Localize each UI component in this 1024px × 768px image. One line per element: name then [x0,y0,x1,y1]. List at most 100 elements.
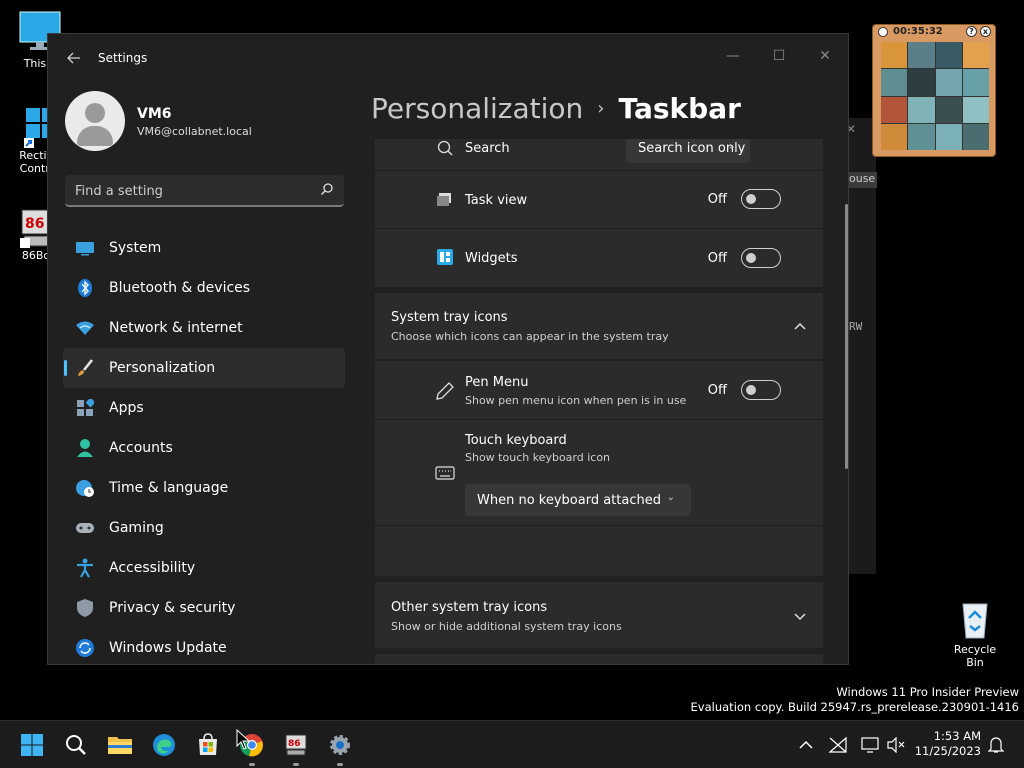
pen-menu-toggle[interactable] [741,380,781,400]
chevron-down-icon[interactable] [793,609,807,623]
sidebar-item-label: Personalization [109,360,216,376]
section-title: System tray icons [391,310,508,325]
puzzle-tile[interactable] [881,42,908,69]
puzzle-tile[interactable] [962,123,989,150]
breadcrumb-separator: › [597,98,605,119]
evaluation-watermark: Windows 11 Pro Insider Preview Evaluatio… [691,685,1019,715]
sidebar-item-windows-update[interactable]: Windows Update [63,628,345,664]
pen-icon [436,382,454,400]
task-view-toggle[interactable] [741,189,781,209]
next-card[interactable] [375,654,823,664]
taskbar-clock[interactable]: 1:53 AM 11/25/2023 [915,729,981,759]
content-pane[interactable]: Search Search icon only ⌄ Task view Off [375,139,823,664]
running-indicator [337,763,343,766]
maximize-button[interactable]: ☐ [767,44,791,68]
sidebar-item-accounts[interactable]: Accounts [63,428,345,468]
puzzle-tile[interactable] [908,69,935,96]
clock-time: 1:53 AM [933,729,981,743]
show-hidden-icons-button[interactable] [796,735,816,755]
toggle-state: Off [707,250,727,266]
sidebar-item-apps[interactable]: Apps [63,388,345,428]
brush-icon [75,358,95,378]
edge-button[interactable] [148,729,180,761]
sidebar-item-accessibility[interactable]: Accessibility [63,548,345,588]
help-icon[interactable]: ? [966,26,977,37]
desktop-icon-recycle-bin[interactable]: Recycle Bin [944,596,1006,669]
widgets-toggle[interactable] [741,248,781,268]
sidebar-item-gaming[interactable]: Gaming [63,508,345,548]
setting-row-pen-menu[interactable]: Pen Menu Show pen menu icon when pen is … [375,361,823,419]
sidebar-item-label: Privacy & security [109,600,236,616]
setting-row-search[interactable]: Search Search icon only ⌄ [375,139,823,169]
puzzle-tile[interactable] [908,42,935,69]
bluetooth-icon [75,278,95,298]
setting-row-touch-keyboard[interactable]: Touch keyboard Show touch keyboard icon … [375,420,823,525]
wifi-icon [75,318,95,338]
tray-quick-settings-button[interactable] [860,735,880,755]
puzzle-tile[interactable] [935,42,962,69]
puzzle-grid[interactable] [881,42,989,150]
chevron-down-icon: ⌄ [666,492,675,503]
settings-taskbar-button[interactable] [324,729,356,766]
background-window[interactable]: ouse RW [846,118,877,574]
sidebar-item-label: Bluetooth & devices [109,280,251,296]
puzzle-timer: 00:35:32 [893,26,943,37]
close-button[interactable]: ✕ [813,44,837,68]
sidebar-item-system[interactable]: System [63,228,345,268]
puzzle-tile[interactable] [962,42,989,69]
notifications-button[interactable] [986,735,1006,755]
taskbar-search-button[interactable] [60,729,92,761]
puzzle-tile[interactable] [935,69,962,96]
touch-keyboard-dropdown[interactable]: When no keyboard attached ⌄ [465,484,691,516]
setting-subtitle: Show touch keyboard icon [465,451,611,464]
system-tray-card-body: Pen Menu Show pen menu icon when pen is … [375,361,823,576]
puzzle-tile[interactable] [962,96,989,123]
app-title: Settings [98,51,148,65]
back-arrow-icon[interactable] [64,48,84,68]
search-mode-dropdown[interactable]: Search icon only ⌄ [626,139,750,163]
puzzle-tile[interactable] [881,123,908,150]
sidebar-item-time-language[interactable]: Time & language [63,468,345,508]
setting-row-task-view[interactable]: Task view Off [375,171,823,229]
apps-icon [75,398,95,418]
puzzle-tile[interactable] [935,123,962,150]
store-button[interactable] [192,729,224,761]
sidebar-item-personalization[interactable]: Personalization [63,348,345,388]
background-window-text: RW [849,320,863,333]
avatar[interactable] [65,91,125,151]
search-box[interactable] [65,175,344,207]
settings-window[interactable]: Settings — ☐ ✕ VM6 VM6@collabnet.local F… [47,33,849,665]
search-icon[interactable] [320,182,334,196]
chevron-up-icon[interactable] [793,319,807,333]
puzzle-tile[interactable] [881,69,908,96]
sidebar-item-bluetooth[interactable]: Bluetooth & devices [63,268,345,308]
86box-button[interactable]: 86 [280,729,312,766]
setting-row-widgets[interactable]: Widgets Off [375,229,823,287]
titlebar[interactable]: Settings — ☐ ✕ [48,34,848,82]
puzzle-tile[interactable] [962,69,989,96]
puzzle-tile[interactable] [908,123,935,150]
gamepad-icon [75,518,95,538]
start-button[interactable] [16,729,48,761]
tray-volume-button[interactable] [886,735,906,755]
system-tray-card-header[interactable]: System tray icons Choose which icons can… [375,293,823,359]
widgets-toggle-wrap: Off [708,248,781,268]
scrollbar-thumb[interactable] [845,204,848,469]
recycle-bin-icon [962,603,988,639]
puzzle-window[interactable]: 00:35:32 ? x [872,24,996,157]
sidebar-item-privacy[interactable]: Privacy & security [63,588,345,628]
other-tray-card[interactable]: Other system tray icons Show or hide add… [375,582,823,648]
minimize-button[interactable]: — [721,44,745,68]
section-subtitle: Show or hide additional system tray icon… [391,620,622,633]
puzzle-tile[interactable] [881,96,908,123]
search-input[interactable] [75,181,305,201]
puzzle-tile[interactable] [908,96,935,123]
breadcrumb-parent[interactable]: Personalization [371,92,583,125]
edge-icon [153,734,175,756]
sidebar-item-label: Time & language [109,480,229,496]
sidebar-item-network[interactable]: Network & internet [63,308,345,348]
tray-network-button[interactable] [828,735,848,755]
puzzle-tile[interactable] [935,96,962,123]
file-explorer-button[interactable] [104,729,136,761]
close-icon[interactable]: x [980,26,991,37]
